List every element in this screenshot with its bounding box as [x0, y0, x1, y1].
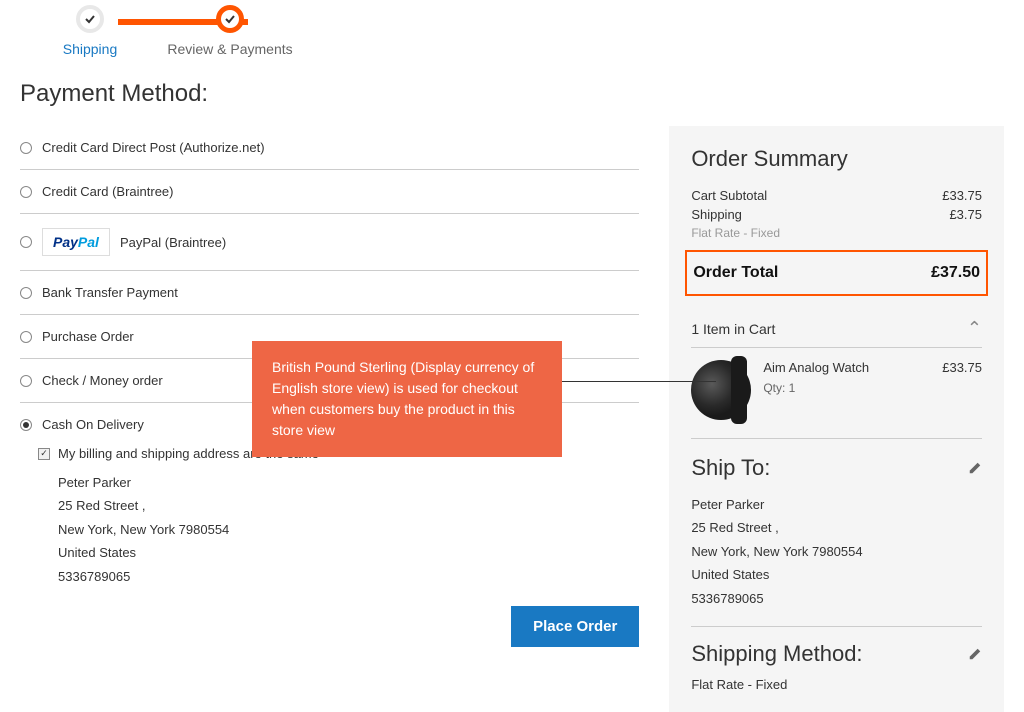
place-order-button[interactable]: Place Order — [511, 606, 639, 647]
ship-to-title: Ship To: — [691, 455, 770, 481]
step-label: Shipping — [63, 41, 118, 57]
progress-step-review: Review & Payments — [160, 5, 300, 57]
radio-icon[interactable] — [20, 331, 32, 343]
checkmark-icon — [76, 5, 104, 33]
radio-icon[interactable] — [20, 186, 32, 198]
pencil-icon[interactable] — [968, 647, 982, 661]
subtotal-row: Cart Subtotal £33.75 — [691, 188, 982, 203]
method-label: Check / Money order — [42, 373, 163, 388]
pencil-icon[interactable] — [968, 461, 982, 475]
paypal-logo-icon: PayPal — [42, 228, 110, 256]
checkmark-icon — [216, 5, 244, 33]
payment-method-option[interactable]: PayPal PayPal (Braintree) — [20, 214, 639, 271]
cart-count: 1 Item in Cart — [691, 321, 775, 337]
ship-name: Peter Parker — [691, 493, 982, 516]
ship-to-address: Peter Parker 25 Red Street , New York, N… — [691, 493, 982, 627]
shipping-label: Shipping — [691, 207, 742, 222]
shipping-method-title: Shipping Method: — [691, 641, 862, 667]
method-label: PayPal (Braintree) — [120, 235, 226, 250]
subtotal-value: £33.75 — [942, 188, 982, 203]
radio-icon[interactable] — [20, 236, 32, 248]
order-summary-sidebar: Order Summary Cart Subtotal £33.75 Shipp… — [669, 126, 1004, 712]
addr-country: United States — [58, 541, 639, 564]
progress-step-shipping[interactable]: Shipping — [20, 5, 160, 57]
radio-icon[interactable] — [20, 375, 32, 387]
total-value: £37.50 — [931, 264, 980, 282]
billing-address: Peter Parker 25 Red Street , New York, N… — [58, 471, 639, 588]
checkout-progress: Shipping Review & Payments — [20, 5, 1004, 55]
order-total-row: Order Total £37.50 — [685, 250, 988, 296]
radio-icon[interactable] — [20, 287, 32, 299]
method-label: Credit Card (Braintree) — [42, 184, 174, 199]
method-label: Bank Transfer Payment — [42, 285, 178, 300]
method-label: Cash On Delivery — [42, 417, 144, 432]
summary-title: Order Summary — [691, 146, 982, 172]
addr-name: Peter Parker — [58, 471, 639, 494]
shipping-row: Shipping £3.75 — [691, 207, 982, 222]
radio-icon[interactable] — [20, 142, 32, 154]
radio-icon[interactable] — [20, 419, 32, 431]
shipping-method-text: Flat Rate - Fixed — [691, 677, 982, 692]
annotation-line — [562, 381, 716, 382]
item-price: £33.75 — [942, 360, 982, 420]
annotation-callout: British Pound Sterling (Display currency… — [252, 341, 562, 457]
step-label: Review & Payments — [167, 41, 292, 57]
method-label: Purchase Order — [42, 329, 134, 344]
addr-city: New York, New York 7980554 — [58, 518, 639, 541]
subtotal-label: Cart Subtotal — [691, 188, 767, 203]
cart-items-toggle[interactable]: 1 Item in Cart ⌃ — [691, 310, 982, 348]
shipping-value: £3.75 — [949, 207, 982, 222]
shipping-method-sub: Flat Rate - Fixed — [691, 226, 982, 240]
ship-phone: 5336789065 — [691, 587, 982, 610]
addr-phone: 5336789065 — [58, 565, 639, 588]
addr-street: 25 Red Street , — [58, 494, 639, 517]
payment-method-option[interactable]: Credit Card (Braintree) — [20, 170, 639, 214]
item-name: Aim Analog Watch — [763, 360, 869, 375]
payment-method-option[interactable]: Bank Transfer Payment — [20, 271, 639, 315]
ship-city: New York, New York 7980554 — [691, 540, 982, 563]
checkbox-icon[interactable]: ✓ — [38, 448, 50, 460]
method-label: Credit Card Direct Post (Authorize.net) — [42, 140, 265, 155]
ship-country: United States — [691, 563, 982, 586]
chevron-up-icon: ⌃ — [967, 318, 982, 339]
cart-item: Aim Analog Watch Qty: 1 £33.75 — [691, 360, 982, 439]
ship-street: 25 Red Street , — [691, 516, 982, 539]
payment-method-option[interactable]: Credit Card Direct Post (Authorize.net) — [20, 126, 639, 170]
page-title: Payment Method: — [20, 80, 1004, 108]
product-image — [691, 360, 751, 420]
total-label: Order Total — [693, 264, 778, 282]
item-qty: Qty: 1 — [763, 381, 869, 395]
